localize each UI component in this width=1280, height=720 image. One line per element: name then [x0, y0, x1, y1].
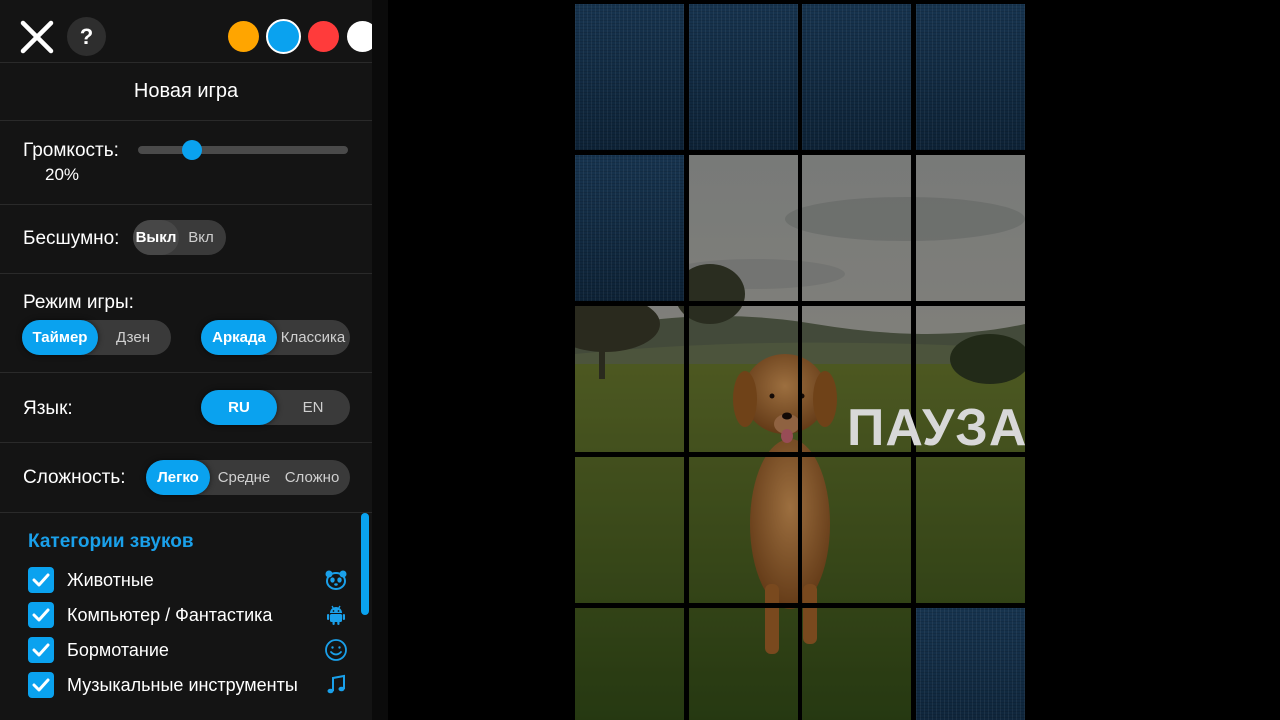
language-label: Язык: — [23, 398, 73, 419]
puzzle-tile[interactable] — [575, 457, 684, 603]
silent-on-option[interactable]: Вкл — [179, 220, 223, 255]
color-swatch-red[interactable] — [308, 21, 339, 52]
puzzle-tile-empty[interactable] — [915, 608, 1025, 720]
checkmark-icon — [32, 608, 50, 622]
tile-image-fragment — [575, 608, 684, 720]
puzzle-tile-empty[interactable] — [688, 4, 798, 150]
puzzle-tile[interactable] — [575, 608, 684, 720]
android-icon — [327, 605, 345, 625]
mode-label: Режим игры: — [23, 292, 134, 313]
puzzle-tile-empty[interactable] — [575, 155, 684, 301]
category-item[interactable]: Бормотание — [28, 637, 348, 663]
music-note-icon — [327, 674, 345, 694]
category-label: Компьютер / Фантастика — [67, 605, 273, 625]
checkmark-icon — [32, 643, 50, 657]
smiley-icon — [325, 639, 347, 661]
category-checkbox[interactable] — [28, 602, 54, 628]
panda-icon — [325, 570, 347, 590]
tile-image-fragment — [802, 155, 911, 301]
mode-arcade-option[interactable]: Аркада — [201, 320, 277, 355]
language-en-option[interactable]: EN — [277, 390, 349, 425]
puzzle-board — [575, 4, 1025, 720]
category-checkbox[interactable] — [28, 672, 54, 698]
silent-toggle[interactable]: Выкл Вкл — [133, 220, 226, 255]
tile-image-fragment — [915, 457, 1025, 603]
silent-off-option[interactable]: Выкл — [133, 220, 179, 255]
tile-image-fragment — [688, 457, 798, 603]
tile-image-fragment — [915, 155, 1025, 301]
color-swatch-orange[interactable] — [228, 21, 259, 52]
category-label: Музыкальные инструменты — [67, 675, 298, 695]
mode-zen-option[interactable]: Дзен — [98, 320, 168, 355]
puzzle-tile[interactable] — [802, 608, 911, 720]
tile-image-fragment — [802, 457, 911, 603]
puzzle-tile[interactable] — [688, 608, 798, 720]
settings-sidebar: ? Новая игра Громкость: 20% Бесшумно: Вы… — [0, 0, 378, 720]
volume-row — [0, 121, 372, 205]
category-checkbox[interactable] — [28, 567, 54, 593]
volume-slider-thumb[interactable] — [182, 140, 202, 160]
difficulty-medium-option[interactable]: Средне — [210, 460, 278, 495]
puzzle-tile[interactable] — [688, 155, 798, 301]
language-ru-option[interactable]: RU — [201, 390, 277, 425]
puzzle-tile[interactable] — [915, 457, 1025, 603]
checkmark-icon — [32, 573, 50, 587]
tile-image-fragment — [688, 155, 798, 301]
category-label: Животные — [67, 570, 154, 590]
silent-label: Бесшумно: — [23, 228, 120, 249]
sidebar-topbar: ? — [0, 0, 378, 63]
tile-image-fragment — [802, 608, 911, 720]
categories-title: Категории звуков — [28, 531, 194, 552]
close-icon — [20, 20, 54, 54]
mode-classic-option[interactable]: Классика — [277, 320, 349, 355]
puzzle-tile[interactable] — [688, 457, 798, 603]
volume-label: Громкость: — [23, 140, 119, 161]
mode-timer-toggle[interactable]: Таймер Дзен — [22, 320, 171, 355]
puzzle-tile-empty[interactable] — [575, 4, 684, 150]
puzzle-tile-empty[interactable] — [802, 4, 911, 150]
tile-image-fragment — [688, 306, 798, 452]
volume-slider[interactable] — [138, 146, 348, 154]
category-item[interactable]: Животные — [28, 567, 348, 593]
difficulty-hard-option[interactable]: Сложно — [278, 460, 346, 495]
close-button[interactable] — [18, 18, 56, 56]
tile-image-fragment — [688, 608, 798, 720]
sidebar-edge — [372, 0, 388, 720]
difficulty-toggle[interactable]: Легко Средне Сложно — [146, 460, 350, 495]
mode-timer-option[interactable]: Таймер — [22, 320, 98, 355]
pause-overlay: ПАУЗА — [847, 399, 1028, 457]
puzzle-tile[interactable] — [802, 155, 911, 301]
categories-scrollbar[interactable] — [361, 513, 369, 615]
difficulty-easy-option[interactable]: Легко — [146, 460, 210, 495]
puzzle-tile[interactable] — [915, 155, 1025, 301]
tile-image-fragment — [575, 457, 684, 603]
new-game-button[interactable]: Новая игра — [0, 62, 372, 121]
difficulty-label: Сложность: — [23, 467, 126, 488]
puzzle-tile[interactable] — [688, 306, 798, 452]
category-label: Бормотание — [67, 640, 169, 660]
category-checkbox[interactable] — [28, 637, 54, 663]
puzzle-tile-empty[interactable] — [915, 4, 1025, 150]
language-toggle[interactable]: RU EN — [201, 390, 350, 425]
volume-value: 20% — [45, 165, 80, 184]
color-swatch-blue[interactable] — [266, 19, 301, 54]
category-item[interactable]: Компьютер / Фантастика — [28, 602, 348, 628]
tile-image-fragment — [575, 306, 684, 452]
help-button[interactable]: ? — [67, 17, 106, 56]
puzzle-tile[interactable] — [575, 306, 684, 452]
puzzle-tile[interactable] — [802, 457, 911, 603]
checkmark-icon — [32, 678, 50, 692]
mode-arcade-toggle[interactable]: Аркада Классика — [201, 320, 350, 355]
category-item[interactable]: Музыкальные инструменты — [28, 672, 348, 698]
